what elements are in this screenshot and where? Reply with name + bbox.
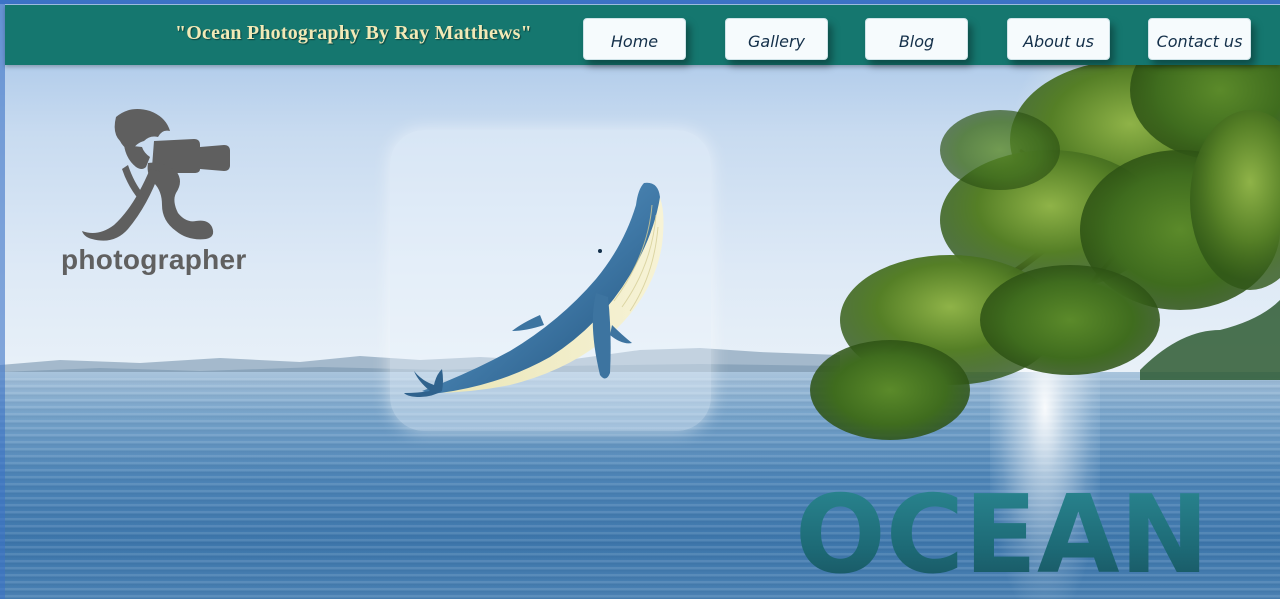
nav-gallery-button[interactable]: Gallery [725, 18, 828, 60]
nav-contact-button[interactable]: Contact us [1148, 18, 1251, 60]
pine-tree-branches [810, 20, 1280, 440]
ocean-word: OCEAN [795, 480, 1209, 580]
site-title: "Ocean Photography By Ray Matthews" [175, 22, 532, 44]
page-left-border [0, 0, 5, 599]
nav-about-button[interactable]: About us [1007, 18, 1110, 60]
nav-home-button[interactable]: Home [583, 18, 686, 60]
nav-blog-button[interactable]: Blog [865, 18, 968, 60]
whale-illustration [404, 182, 664, 397]
ocean-title-text: OCEAN [795, 480, 1209, 580]
page-top-border [0, 0, 1280, 4]
logo-text: photographer [61, 244, 247, 275]
